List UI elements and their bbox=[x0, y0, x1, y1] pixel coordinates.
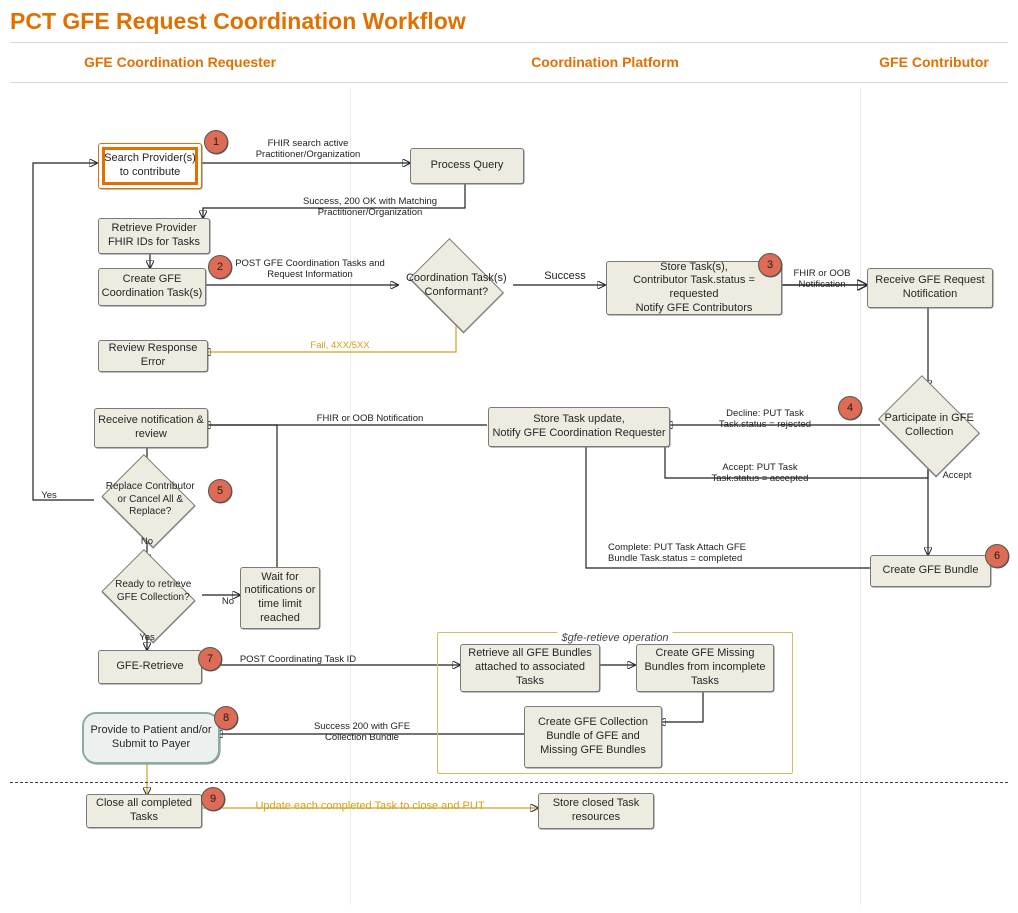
step-badge-1: 1 bbox=[204, 130, 228, 154]
node-wait-notify: Wait for notifications or time limit rea… bbox=[240, 567, 320, 629]
lane-header-platform: Coordination Platform bbox=[350, 54, 860, 70]
connectors bbox=[0, 0, 1018, 913]
node-process-query: Process Query bbox=[410, 148, 524, 184]
node-review-error: Review Response Error bbox=[98, 340, 208, 372]
node-store-closed: Store closed Task resources bbox=[538, 793, 654, 829]
group-label: $gfe-retieve operation bbox=[557, 632, 672, 644]
edge-complete: Complete: PUT Task Attach GFE Bundle Tas… bbox=[608, 542, 748, 565]
step-badge-6: 6 bbox=[985, 544, 1009, 568]
step-badge-5: 5 bbox=[208, 479, 232, 503]
step-badge-4: 4 bbox=[838, 396, 862, 420]
step-badge-7: 7 bbox=[198, 647, 222, 671]
edge-yes2: Yes bbox=[135, 632, 159, 643]
divider-dashed bbox=[10, 782, 1008, 783]
edge-success-200: Success, 200 OK with Matching Practition… bbox=[280, 196, 460, 219]
step-badge-9: 9 bbox=[201, 787, 225, 811]
node-receive-review: Receive notification & review bbox=[94, 408, 208, 448]
node-store-update: Store Task update, Notify GFE Coordinati… bbox=[488, 407, 670, 447]
divider bbox=[10, 42, 1008, 43]
node-receive-request: Receive GFE Request Notification bbox=[867, 268, 993, 308]
edge-accept-put: Accept: PUT Task Task.status = accepted bbox=[700, 462, 820, 485]
step-badge-3: 3 bbox=[758, 253, 782, 277]
edge-yes1: Yes bbox=[34, 490, 64, 501]
diamond-label: Coordination Task(s) Conformant? bbox=[404, 272, 509, 300]
lane-header-requester: GFE Coordination Requester bbox=[10, 54, 350, 70]
edge-decline: Decline: PUT Task Task.status = rejected bbox=[705, 408, 825, 431]
step-badge-2: 2 bbox=[208, 255, 232, 279]
node-search-providers: Search Provider(s) to contribute bbox=[98, 143, 202, 189]
node-create-tasks: Create GFE Coordination Task(s) bbox=[98, 268, 206, 306]
step-badge-8: 8 bbox=[214, 706, 238, 730]
edge-success: Success bbox=[535, 270, 595, 283]
node-conformant: Coordination Task(s) Conformant? bbox=[409, 238, 504, 333]
diamond-label: Ready to retrieve GFE Collection? bbox=[103, 579, 202, 604]
edge-post-coord: POST Coordinating Task ID bbox=[218, 654, 378, 665]
node-ready-retrieve: Ready to retrieve GFE Collection? bbox=[101, 549, 195, 643]
edge-accept: Accept bbox=[932, 470, 982, 481]
edge-fhir-oob: FHIR or OOB Notification bbox=[782, 268, 862, 291]
node-retrieve-ids: Retrieve Provider FHIR IDs for Tasks bbox=[98, 218, 210, 254]
page-title: PCT GFE Request Coordination Workflow bbox=[10, 8, 466, 35]
lane-header-contributor: GFE Contributor bbox=[860, 54, 1008, 70]
edge-no2: No bbox=[216, 596, 240, 607]
node-close-tasks: Close all completed Tasks bbox=[86, 794, 202, 828]
edge-fail-4xx: Fail, 4XX/5XX bbox=[300, 340, 380, 351]
edge-update-close: Update each completed Task to close and … bbox=[230, 800, 510, 813]
workflow-diagram: PCT GFE Request Coordination Workflow GF… bbox=[0, 0, 1018, 913]
node-provide-patient: Provide to Patient and/or Submit to Paye… bbox=[82, 712, 220, 764]
edge-success-collection: Success 200 with GFE Collection Bundle bbox=[297, 721, 427, 744]
diamond-label: Replace Contributor or Cancel All & Repl… bbox=[100, 481, 199, 519]
edge-no1: No bbox=[135, 536, 159, 547]
edge-fhir-oob2: FHIR or OOB Notification bbox=[290, 413, 450, 424]
node-gfe-retrieve: GFE-Retrieve bbox=[98, 650, 202, 684]
edge-post-tasks: POST GFE Coordination Tasks and Request … bbox=[225, 258, 395, 281]
divider bbox=[10, 82, 1008, 83]
node-store-tasks: Store Task(s), Contributor Task.status =… bbox=[606, 261, 782, 315]
diamond-label: Participate in GFE Collection bbox=[873, 412, 985, 440]
node-create-bundle: Create GFE Bundle bbox=[870, 555, 991, 587]
edge-fhir-search: FHIR search active Practitioner/Organiza… bbox=[238, 138, 378, 161]
node-replace: Replace Contributor or Cancel All & Repl… bbox=[101, 454, 195, 548]
group-gfe-retrieve-op: $gfe-retieve operation bbox=[437, 632, 793, 774]
node-participate: Participate in GFE Collection bbox=[878, 375, 980, 477]
